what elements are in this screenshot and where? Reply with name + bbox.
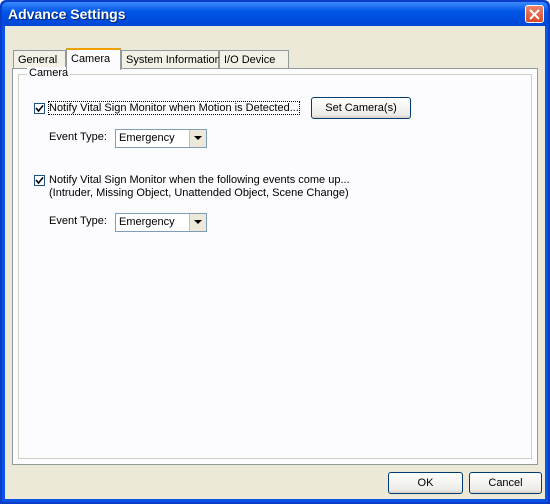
motion-event-type-value: Emergency bbox=[119, 132, 175, 144]
camera-group: Camera Notify Vital Sign Monitor when Mo… bbox=[18, 67, 532, 459]
title-bar[interactable]: Advance Settings bbox=[2, 2, 548, 26]
events-event-type-label: Event Type: bbox=[49, 215, 107, 227]
events-event-type-select[interactable]: Emergency bbox=[115, 213, 207, 232]
advance-settings-window: Advance Settings General Camera System I… bbox=[0, 0, 550, 504]
ok-button[interactable]: OK bbox=[388, 472, 463, 494]
tab-general[interactable]: General bbox=[13, 50, 66, 68]
motion-detected-checkbox[interactable] bbox=[34, 103, 45, 114]
camera-tab-panel: Camera Notify Vital Sign Monitor when Mo… bbox=[12, 67, 538, 465]
set-cameras-button-label: Set Camera(s) bbox=[325, 102, 397, 114]
tab-io-device-label: I/O Device bbox=[224, 54, 276, 66]
checkmark-icon bbox=[35, 176, 44, 185]
motion-event-type-dropdown-button[interactable] bbox=[189, 130, 206, 147]
tab-camera-label: Camera bbox=[71, 53, 111, 65]
events-event-type-value: Emergency bbox=[119, 216, 175, 228]
tab-system-information[interactable]: System Information bbox=[121, 50, 221, 68]
camera-group-label: Camera bbox=[27, 67, 71, 79]
following-events-label-line2: (Intruder, Missing Object, Unattended Ob… bbox=[49, 187, 349, 199]
motion-event-type-label: Event Type: bbox=[49, 131, 107, 143]
tab-io-device[interactable]: I/O Device bbox=[219, 50, 289, 68]
tab-general-label: General bbox=[18, 54, 58, 66]
events-event-type-dropdown-button[interactable] bbox=[189, 214, 206, 231]
checkmark-icon bbox=[35, 104, 44, 113]
chevron-down-icon bbox=[194, 136, 202, 140]
set-cameras-button[interactable]: Set Camera(s) bbox=[311, 97, 411, 119]
close-icon bbox=[529, 9, 540, 20]
chevron-down-icon bbox=[194, 220, 202, 224]
close-button[interactable] bbox=[525, 5, 544, 23]
window-title: Advance Settings bbox=[8, 6, 126, 22]
ok-button-label: OK bbox=[417, 477, 434, 489]
cancel-button[interactable]: Cancel bbox=[469, 472, 542, 494]
tab-camera[interactable]: Camera bbox=[66, 48, 121, 70]
motion-detected-label: Notify Vital Sign Monitor when Motion is… bbox=[48, 101, 300, 115]
motion-event-type-select[interactable]: Emergency bbox=[115, 129, 207, 148]
cancel-button-label: Cancel bbox=[488, 477, 523, 489]
following-events-checkbox[interactable] bbox=[34, 175, 45, 186]
following-events-label-line1: Notify Vital Sign Monitor when the follo… bbox=[49, 174, 350, 186]
tab-system-information-label: System Information bbox=[126, 54, 221, 66]
dialog-body: General Camera System Information I/O De… bbox=[5, 26, 545, 499]
